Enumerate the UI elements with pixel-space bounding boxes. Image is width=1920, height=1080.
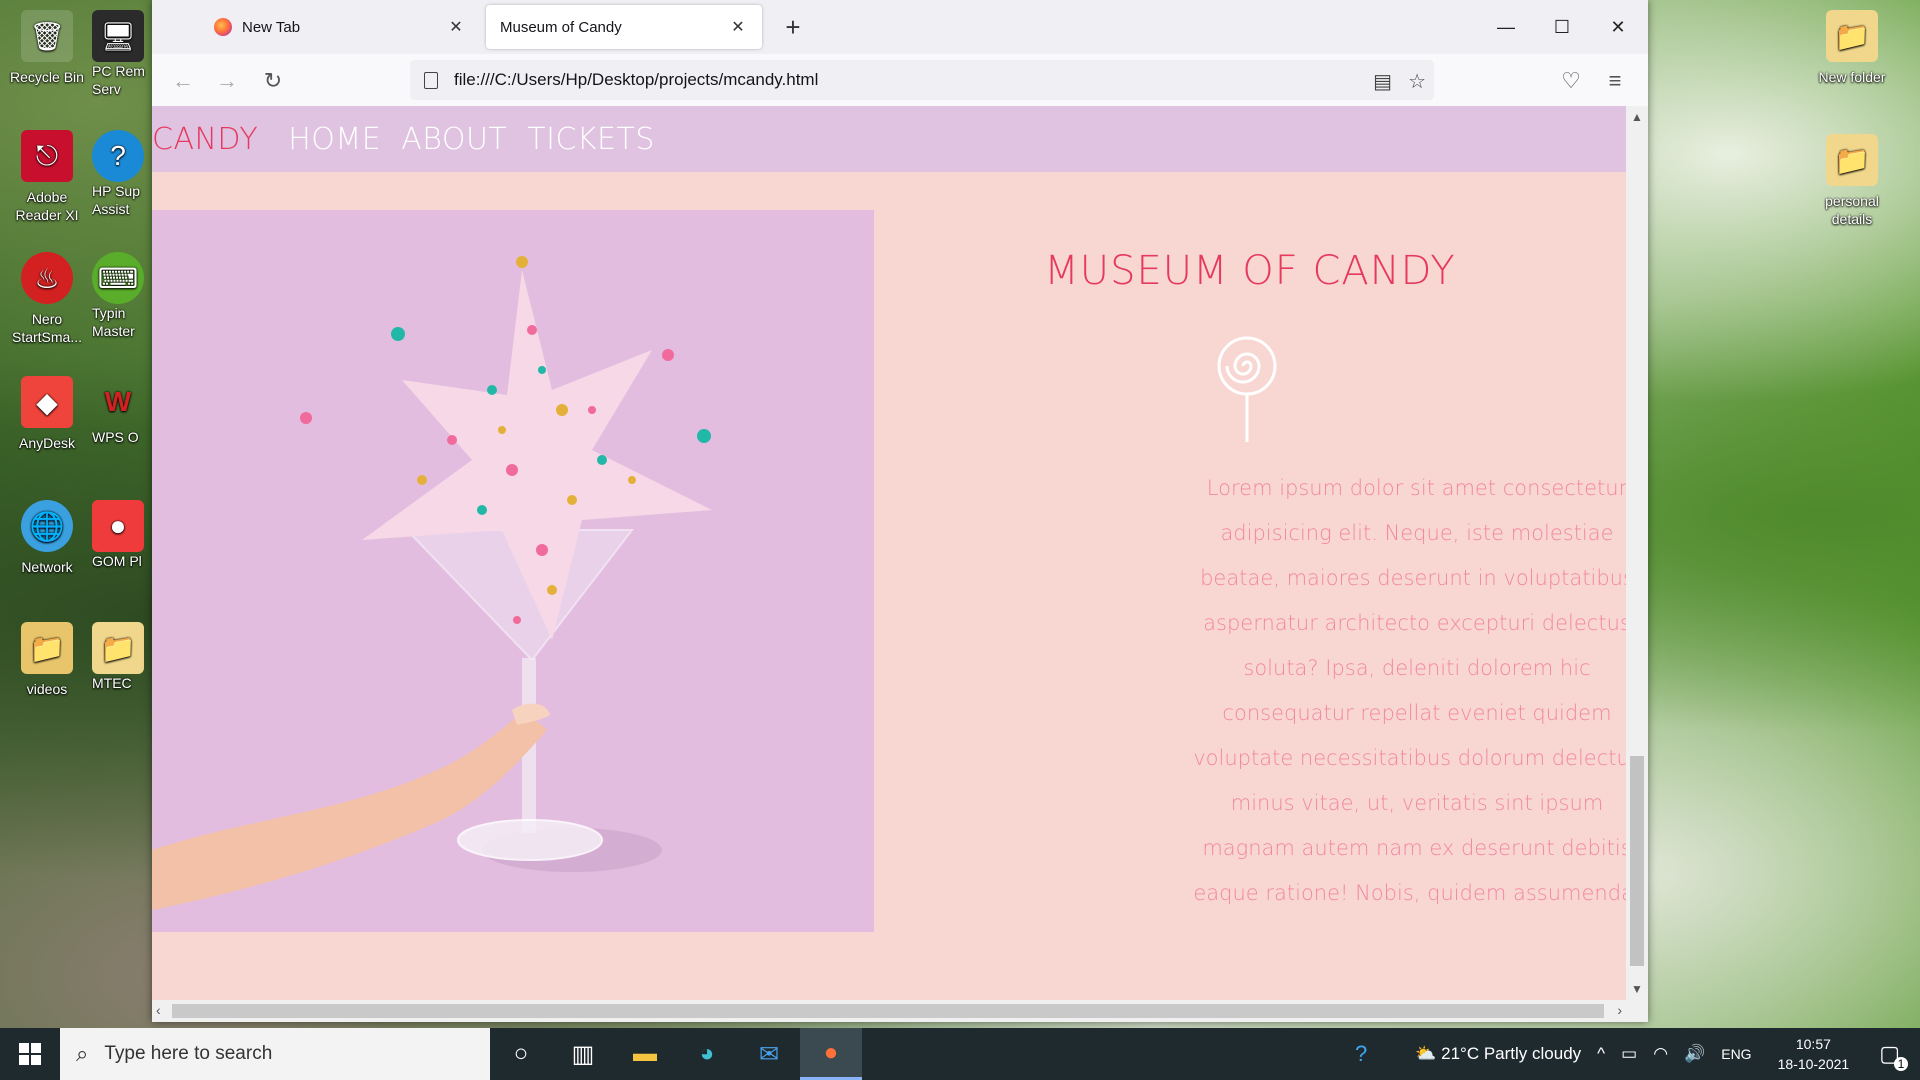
back-button[interactable]: ←: [166, 64, 200, 98]
horizontal-scrollbar[interactable]: ‹ ›: [152, 1000, 1648, 1022]
tab-title: Museum of Candy: [500, 18, 622, 36]
navigation-toolbar: ← → ↻ file:///C:/Users/Hp/Desktop/projec…: [152, 54, 1648, 106]
tab-museum-of-candy[interactable]: Museum of Candy ✕: [486, 5, 762, 49]
clock[interactable]: 10:57 18-10-2021: [1778, 1034, 1850, 1074]
desktop-icon-personal-details[interactable]: 📁 personal details: [1806, 134, 1898, 228]
folder-icon: 📁: [1826, 10, 1878, 62]
gom-icon: ●: [92, 500, 144, 552]
clock-time: 10:57: [1795, 1036, 1831, 1052]
mail-icon[interactable]: ✉: [738, 1028, 800, 1080]
browser-window: New Tab ✕ Museum of Candy ✕ + — ☐ ✕ ← → …: [152, 0, 1648, 1022]
desktop-icon-pc-remote[interactable]: 🖥 PC Rem Serv: [92, 10, 152, 98]
help-icon: ?: [92, 130, 144, 182]
close-tab-icon[interactable]: ✕: [728, 17, 748, 37]
candy-glass-illustration: [152, 256, 712, 910]
pocket-icon[interactable]: ♡: [1554, 64, 1588, 98]
notifications-button[interactable]: ▢ 1: [1879, 1041, 1908, 1071]
desktop-icon-mtec[interactable]: 📁 MTEC: [92, 622, 152, 692]
desktop-icon-anydesk[interactable]: ◆ AnyDesk: [2, 376, 92, 452]
url-text: file:///C:/Users/Hp/Desktop/projects/mca…: [454, 70, 819, 89]
desktop-icon-gom-player[interactable]: ● GOM Pl: [92, 500, 152, 570]
network-icon: 🌐: [21, 500, 73, 552]
menu-icon[interactable]: ≡: [1598, 64, 1632, 98]
notification-count-badge: 1: [1894, 1057, 1908, 1071]
nero-icon: ♨: [21, 252, 73, 304]
desktop-icon-adobe-reader[interactable]: ⎋ Adobe Reader XI: [2, 130, 92, 224]
folder-icon: 📁: [21, 622, 73, 674]
typing-icon: ⌨: [92, 252, 144, 304]
maximize-button[interactable]: ☐: [1534, 0, 1590, 54]
tab-title: New Tab: [242, 18, 301, 36]
weather-text: 21°C Partly cloudy: [1441, 1044, 1582, 1063]
file-explorer-icon[interactable]: ▬: [614, 1028, 676, 1080]
site-navbar: CANDY HOME ABOUT TICKETS: [152, 106, 1626, 172]
hscrollbar-thumb[interactable]: [172, 1004, 1604, 1018]
firefox-taskbar-icon[interactable]: ●: [800, 1028, 862, 1080]
nav-link-about[interactable]: ABOUT: [401, 122, 507, 157]
desktop-icon-nero[interactable]: ♨ Nero StartSma...: [2, 252, 92, 346]
desktop-icon-recycle-bin[interactable]: 🗑 Recycle Bin: [2, 10, 92, 86]
anydesk-icon: ◆: [21, 376, 73, 428]
scroll-right-icon[interactable]: ›: [1617, 1002, 1622, 1018]
folder-icon: 📁: [92, 622, 144, 674]
wps-icon: W: [104, 386, 132, 417]
tab-new-tab[interactable]: New Tab ✕: [200, 5, 480, 49]
desktop-icon-hp-support[interactable]: ? HP Sup Assist: [92, 130, 152, 218]
desktop-icon-typing-master[interactable]: ⌨ Typin Master: [92, 252, 152, 340]
reader-view-icon[interactable]: ▤: [1373, 69, 1392, 94]
search-icon: ⌕: [76, 1041, 89, 1066]
system-tray: ? ⛅ 21°C Partly cloudy ^ ▭ ◠ 🔊 ENG 10:57…: [1347, 1028, 1920, 1080]
edge-icon[interactable]: ◕: [676, 1028, 738, 1080]
recycle-bin-icon: 🗑: [21, 10, 73, 62]
battery-icon[interactable]: ▭: [1621, 1044, 1637, 1064]
pdf-icon: ⎋: [21, 130, 73, 182]
clock-date: 18-10-2021: [1777, 1056, 1850, 1072]
desktop-icon-new-folder[interactable]: 📁 New folder: [1806, 10, 1898, 86]
scrollbar-thumb[interactable]: [1630, 756, 1644, 966]
start-button[interactable]: [0, 1028, 60, 1080]
minimize-button[interactable]: —: [1478, 0, 1534, 54]
desktop-icon-network[interactable]: 🌐 Network: [2, 500, 92, 576]
reload-button[interactable]: ↻: [256, 64, 290, 98]
vertical-scrollbar[interactable]: ▲ ▼: [1626, 106, 1648, 1000]
scroll-left-icon[interactable]: ‹: [156, 1002, 161, 1018]
nav-link-tickets[interactable]: TICKETS: [527, 122, 655, 157]
address-bar[interactable]: file:///C:/Users/Hp/Desktop/projects/mca…: [410, 60, 1434, 100]
desktop-icon-wps[interactable]: W WPS O: [92, 376, 152, 446]
new-tab-button[interactable]: +: [778, 12, 808, 42]
lollipop-icon: [1212, 334, 1282, 449]
nav-link-home[interactable]: HOME: [288, 122, 381, 157]
weather-icon: ⛅: [1415, 1044, 1437, 1063]
help-icon[interactable]: ?: [1355, 1041, 1367, 1067]
task-view-icon[interactable]: ▥: [552, 1028, 614, 1080]
cortana-icon[interactable]: ○: [490, 1028, 552, 1080]
scroll-up-icon[interactable]: ▲: [1626, 110, 1648, 124]
forward-button[interactable]: →: [210, 64, 244, 98]
file-icon: [424, 71, 438, 89]
search-placeholder: Type here to search: [104, 1043, 273, 1064]
firefox-icon: [214, 18, 232, 36]
taskbar-search[interactable]: ⌕ Type here to search: [60, 1028, 490, 1080]
page-viewport: CANDY HOME ABOUT TICKETS MUSEUM OF CANDY…: [152, 106, 1648, 1022]
desktop-icon-videos[interactable]: 📁 videos: [2, 622, 92, 698]
close-tab-icon[interactable]: ✕: [446, 17, 466, 37]
tab-strip: New Tab ✕ Museum of Candy ✕ + — ☐ ✕: [152, 0, 1648, 54]
windows-icon: [19, 1043, 41, 1065]
taskbar: ⌕ Type here to search ○ ▥ ▬ ◕ ✉ ● ? ⛅ 21…: [0, 1028, 1920, 1080]
hero-image: [152, 210, 874, 932]
scroll-down-icon[interactable]: ▼: [1626, 982, 1648, 996]
chevron-up-icon[interactable]: ^: [1597, 1044, 1605, 1064]
close-window-button[interactable]: ✕: [1590, 0, 1646, 54]
folder-icon: 📁: [1826, 134, 1878, 186]
site-brand[interactable]: CANDY: [152, 122, 258, 157]
intro-paragraph: Lorem ipsum dolor sit amet consectetur a…: [1193, 476, 1641, 905]
bookmark-star-icon[interactable]: ☆: [1408, 69, 1426, 94]
wifi-icon[interactable]: ◠: [1653, 1044, 1668, 1064]
remote-icon: 🖥: [92, 10, 144, 62]
volume-icon[interactable]: 🔊: [1684, 1044, 1705, 1064]
language-indicator[interactable]: ENG: [1721, 1046, 1751, 1062]
page-title: MUSEUM OF CANDY: [1044, 248, 1456, 294]
weather-widget[interactable]: ⛅ 21°C Partly cloudy: [1415, 1044, 1581, 1064]
